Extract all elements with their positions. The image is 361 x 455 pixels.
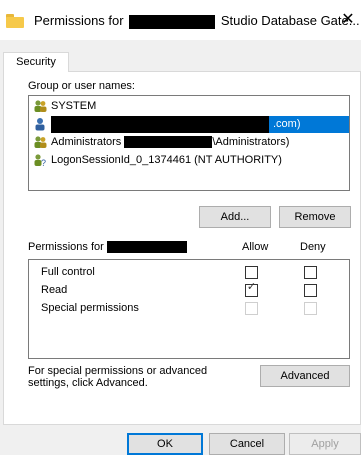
ok-button[interactable]: OK — [127, 433, 203, 455]
redacted-block — [106, 241, 187, 254]
special-allow-checkbox[interactable] — [245, 302, 258, 315]
remove-button[interactable]: Remove — [279, 206, 351, 228]
window-title-prefix: Permissions for — [34, 13, 124, 28]
apply-button[interactable]: Apply — [289, 433, 361, 455]
list-item-logon-session[interactable]: ? LogonSessionId_0_1374461 (NT AUTHORITY… — [33, 152, 282, 169]
window-title: Permissions for Studio Database Gate... — [34, 13, 360, 29]
list-item-administrators[interactable]: Administrators \Administrators) — [33, 134, 289, 151]
group-names-label: Group or user names: — [28, 80, 135, 92]
permissions-list: Full control Read ✓ Special permissions — [28, 259, 350, 359]
list-item-label-suffix: \Administrators) — [212, 136, 290, 148]
permissions-label: Permissions for — [28, 241, 187, 254]
close-button[interactable]: ✕ — [338, 10, 358, 30]
add-button[interactable]: Add... — [199, 206, 271, 228]
group-names-list[interactable]: SYSTEM .com) Administrators \Administrat… — [28, 95, 350, 191]
special-deny-checkbox[interactable] — [304, 302, 317, 315]
group-icon — [34, 100, 47, 113]
list-item-system[interactable]: SYSTEM — [33, 98, 96, 115]
redacted-block — [124, 136, 213, 149]
redacted-block — [129, 14, 216, 29]
group-icon — [34, 136, 47, 149]
list-item-label: SYSTEM — [51, 100, 97, 112]
cancel-button[interactable]: Cancel — [209, 433, 285, 455]
list-item-label: Administrators — [51, 136, 122, 148]
permission-row-special: Special permissions — [41, 302, 139, 314]
tab-security[interactable]: Security — [3, 52, 69, 72]
read-allow-checkbox[interactable]: ✓ — [245, 281, 258, 297]
deny-header: Deny — [300, 241, 326, 253]
advanced-button[interactable]: Advanced — [260, 365, 350, 387]
list-item-label: .com) — [269, 116, 349, 133]
allow-header: Allow — [242, 241, 269, 253]
permissions-label-text: Permissions for — [28, 241, 104, 253]
list-item-user-selected[interactable]: .com) — [29, 116, 349, 133]
advanced-hint: For special permissions or advanced sett… — [28, 365, 208, 389]
svg-text:?: ? — [41, 158, 46, 167]
list-item-label: LogonSessionId_0_1374461 (NT AUTHORITY) — [51, 154, 282, 166]
folder-icon — [6, 14, 24, 28]
permission-row-full-control: Full control — [41, 266, 95, 278]
read-deny-checkbox[interactable] — [304, 284, 317, 297]
check-icon: ✓ — [246, 281, 257, 293]
unknown-user-icon: ? — [34, 154, 46, 167]
user-icon — [35, 118, 45, 131]
full-control-deny-checkbox[interactable] — [304, 266, 317, 279]
full-control-allow-checkbox[interactable] — [245, 266, 258, 279]
permission-row-read: Read — [41, 284, 68, 296]
redacted-block — [51, 116, 269, 133]
